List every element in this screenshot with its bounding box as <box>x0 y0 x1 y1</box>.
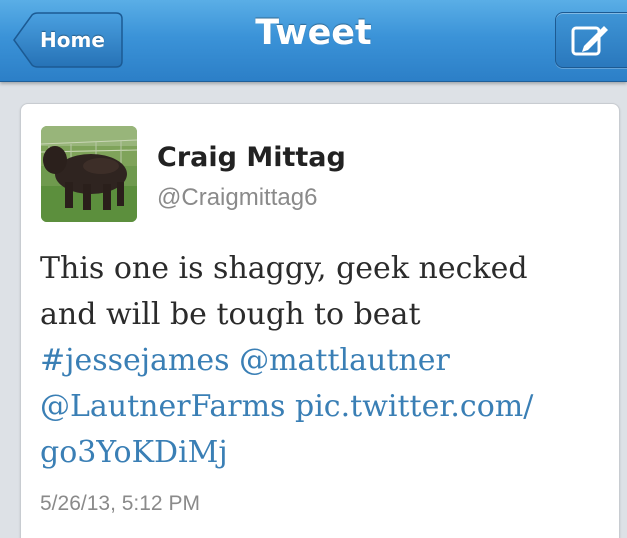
pic-link-part-2[interactable]: go3YoKDiMj <box>40 435 228 470</box>
compose-icon <box>571 26 608 56</box>
compose-button[interactable] <box>555 12 627 68</box>
tweet-timestamp: 5/26/13, 5:12 PM <box>40 492 200 515</box>
tweet-text-line-3: #jessejames @mattlautner <box>40 338 610 384</box>
tweet-text: This one is shaggy, geek necked and will… <box>40 246 610 476</box>
tweet-detail-screen: Home Tweet Craig Mittag @Craigmittag6 Th… <box>0 0 627 538</box>
avatar-photo-icon <box>41 126 137 222</box>
avatar[interactable] <box>41 126 137 222</box>
tweet-text-line-2: and will be tough to beat <box>40 297 421 332</box>
author-handle[interactable]: @Craigmittag6 <box>157 184 317 212</box>
pic-link-part-1[interactable]: pic.twitter.com/ <box>295 389 533 424</box>
mention-link-mattlautner[interactable]: @mattlautner <box>239 343 450 378</box>
page-title: Tweet <box>255 13 372 53</box>
tweet-text-line-1: This one is shaggy, geek necked <box>40 251 528 286</box>
hashtag-link[interactable]: #jessejames <box>40 343 230 378</box>
tweet-card: Craig Mittag @Craigmittag6 This one is s… <box>20 103 620 538</box>
tweet-text-line-5: go3YoKDiMj <box>40 430 610 476</box>
navigation-bar: Home Tweet <box>0 0 627 82</box>
tweet-text-line-4: @LautnerFarms pic.twitter.com/ <box>40 384 610 430</box>
mention-link-lautnerfarms[interactable]: @LautnerFarms <box>40 389 285 424</box>
author-name[interactable]: Craig Mittag <box>157 142 346 173</box>
